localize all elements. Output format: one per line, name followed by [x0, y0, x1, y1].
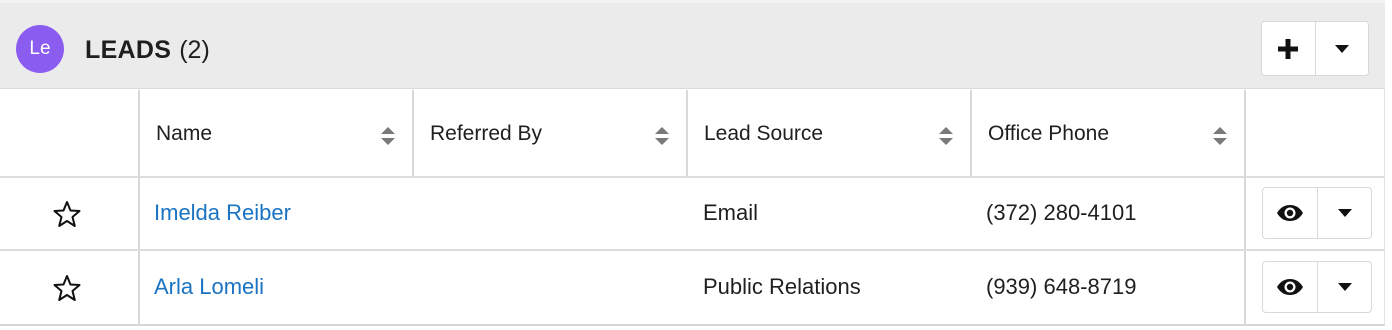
eye-icon [1277, 279, 1304, 295]
subpanel-actions [1261, 21, 1369, 76]
column-divider [1244, 90, 1246, 326]
office-phone-cell: (372) 280-4101 [986, 200, 1137, 225]
row-actions [1262, 187, 1372, 239]
column-header-lead-source[interactable]: Lead Source [704, 121, 823, 147]
module-avatar: Le [16, 25, 64, 73]
sort-icon[interactable] [938, 126, 954, 146]
column-header-name[interactable]: Name [156, 121, 212, 147]
leads-subpanel: Le LEADS (2) Name Referred By Lead Sourc… [0, 0, 1385, 326]
subpanel-header[interactable]: Le LEADS (2) [0, 0, 1385, 89]
office-phone-cell: (939) 648-8719 [986, 274, 1137, 299]
row-divider [0, 249, 1385, 251]
preview-button[interactable] [1263, 188, 1319, 238]
lead-name-link[interactable]: Imelda Reiber [154, 199, 291, 227]
plus-icon [1278, 38, 1299, 59]
lead-source-cell: Public Relations [703, 274, 861, 299]
row-actions-dropdown[interactable] [1318, 262, 1371, 312]
favorite-star-icon[interactable] [53, 200, 81, 228]
favorite-star-icon[interactable] [53, 274, 81, 302]
sort-icon[interactable] [1212, 126, 1228, 146]
subpanel-actions-dropdown[interactable] [1315, 22, 1368, 75]
caret-down-icon [1337, 283, 1352, 291]
column-divider [138, 90, 140, 326]
sort-icon[interactable] [380, 126, 396, 146]
row-actions-dropdown[interactable] [1318, 188, 1371, 238]
lead-name-link[interactable]: Arla Lomeli [154, 273, 264, 301]
row-divider [0, 176, 1385, 178]
column-header-referred-by[interactable]: Referred By [430, 121, 542, 147]
subpanel-title-name: LEADS [85, 36, 172, 64]
column-header-office-phone[interactable]: Office Phone [988, 121, 1109, 147]
record-count: (2) [179, 36, 210, 64]
module-avatar-text: Le [29, 38, 51, 59]
caret-down-icon [1337, 209, 1352, 217]
create-record-button[interactable] [1262, 22, 1316, 75]
column-divider [970, 90, 972, 176]
preview-button[interactable] [1263, 262, 1319, 312]
lead-source-cell: Email [703, 200, 759, 225]
column-divider [686, 90, 688, 176]
column-divider [412, 90, 414, 176]
eye-icon [1277, 205, 1304, 221]
subpanel-title[interactable]: LEADS (2) [85, 35, 210, 65]
caret-down-icon [1334, 44, 1349, 53]
sort-icon[interactable] [654, 126, 670, 146]
row-actions [1262, 261, 1372, 313]
